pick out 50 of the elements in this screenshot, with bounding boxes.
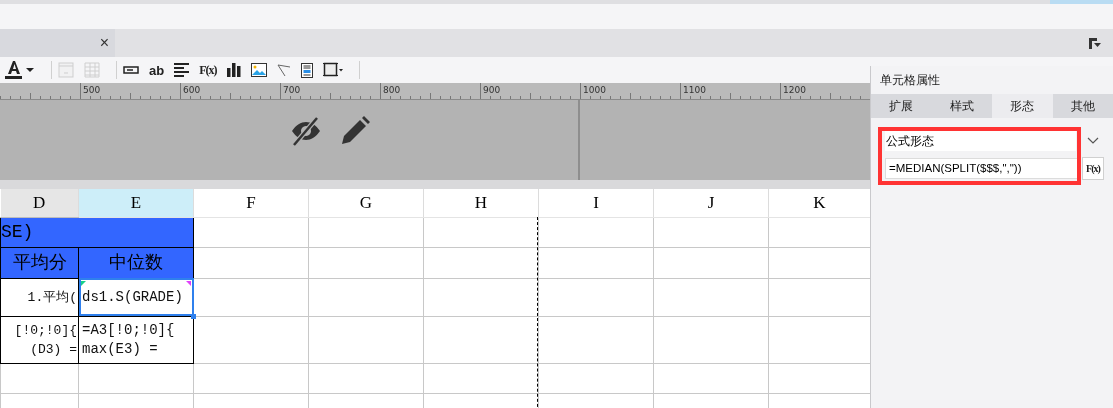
image-icon[interactable] [250,63,267,77]
formula-field[interactable]: =MEDIAN(SPLIT($$$,",")) [885,158,1079,179]
ruler-label: 1100 [683,85,706,95]
textbox-icon[interactable] [123,66,139,74]
ruler-label: 900 [483,85,501,95]
table-cell: 1.平均( [0,278,79,316]
ruler-label: 1200 [783,85,806,95]
angle-line-icon[interactable] [276,63,291,77]
table-cell: SE) [0,217,79,247]
align-left-icon[interactable] [174,63,190,77]
fill-handle[interactable] [191,313,196,319]
column-header[interactable]: G [308,189,424,217]
column-header[interactable]: F [193,189,309,217]
corner-marker-icon [81,280,86,286]
panel-tab[interactable]: 扩展 [871,94,932,118]
panel-title: 单元格属性 [879,72,941,89]
bar-chart-icon[interactable] [226,63,241,77]
panel-tab[interactable]: 形态 [992,94,1053,118]
form-select[interactable]: 公式形态 [885,130,1076,151]
ruler-label: 600 [183,85,201,95]
font-color-icon[interactable] [5,60,35,80]
column-header[interactable]: D [0,189,79,217]
table-cell: ds1.S(GRADE) [78,278,194,316]
eye-slash-icon[interactable] [290,116,322,146]
formula-button[interactable]: F(x) [1082,157,1104,180]
border-icon[interactable] [322,62,343,78]
ruler-label: 700 [283,85,301,95]
ruler-label: 500 [83,85,101,95]
column-header[interactable]: H [423,189,539,217]
close-button[interactable]: × [99,35,109,51]
column-header[interactable]: E [78,189,194,217]
window-strip [1050,0,1113,4]
panel-menu-icon[interactable] [1089,37,1101,49]
column-header[interactable]: J [653,189,769,217]
panel-tab[interactable]: 样式 [931,94,992,118]
document-icon[interactable] [300,62,313,78]
column-header[interactable]: I [538,189,654,217]
text-tool[interactable]: ab [149,63,165,77]
ruler-label: 800 [383,85,401,95]
chevron-down-icon[interactable] [1087,136,1099,145]
table-cell: =A3[!0;!0]{ max(E3) = [78,316,194,363]
table-cell: 平均分 [0,247,79,278]
formula-tool[interactable]: F(x) [199,64,217,76]
panel-tab[interactable]: 其他 [1052,94,1113,118]
table-cell: [!0;!0]{ (D3) = [0,316,79,363]
document-tab[interactable]: × [0,29,115,57]
table-cell: 中位数 [78,247,194,278]
pencil-icon[interactable] [340,116,370,146]
column-header[interactable]: K [768,189,870,217]
ruler-label: 1000 [583,85,606,95]
